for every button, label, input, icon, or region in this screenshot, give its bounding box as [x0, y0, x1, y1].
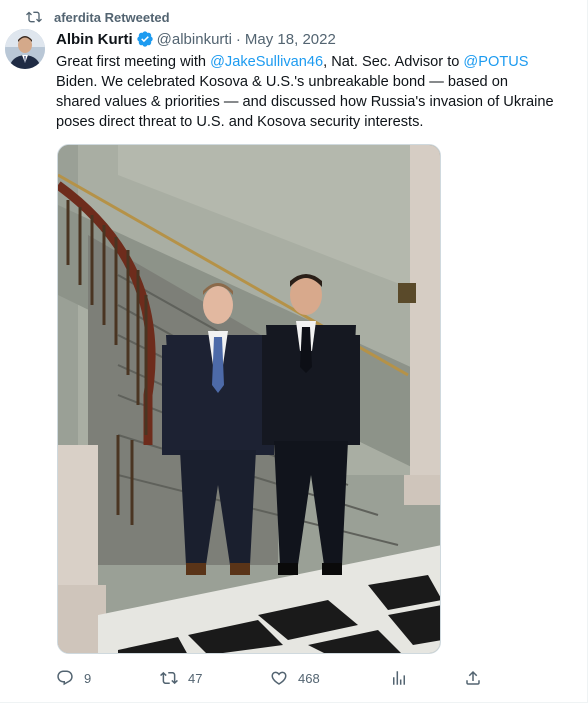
tweet-card[interactable]: aferdita Retweeted Albin Kurti @albinkur…	[0, 0, 588, 703]
heart-icon	[271, 671, 287, 685]
like-button[interactable]: 468	[270, 667, 320, 689]
reply-count: 9	[84, 670, 92, 686]
retweet-icon	[26, 11, 42, 23]
tweet-text-part: Biden. We celebrated Kosova & U.S.'s unb…	[56, 74, 554, 130]
verified-badge-icon[interactable]	[136, 30, 154, 48]
views-button[interactable]	[390, 667, 408, 689]
action-bar: 9 47 468	[56, 667, 496, 689]
author-handle[interactable]: @albinkurti	[157, 31, 232, 48]
retweet-context[interactable]: aferdita Retweeted	[26, 9, 170, 25]
mention-link-jakesullivan[interactable]: @JakeSullivan46	[210, 54, 323, 70]
reply-icon	[57, 670, 73, 686]
reply-button[interactable]: 9	[56, 667, 91, 689]
separator-dot: ·	[235, 30, 241, 48]
analytics-icon	[393, 671, 405, 685]
retweet-icon	[160, 671, 178, 685]
mention-link-potus[interactable]: @POTUS	[463, 54, 528, 70]
tweet-text: Great first meeting with @JakeSullivan46…	[56, 52, 556, 132]
retweet-button[interactable]: 47	[160, 667, 202, 689]
tweet-text-part: Great first meeting with	[56, 54, 211, 70]
author-name[interactable]: Albin Kurti	[56, 31, 133, 48]
retweet-label: aferdita Retweeted	[54, 9, 170, 25]
avatar[interactable]	[5, 29, 45, 69]
tweet-text-part: , Nat. Sec. Advisor to	[323, 54, 464, 70]
tweet-header: Albin Kurti @albinkurti · May 18, 2022	[56, 29, 336, 49]
share-button[interactable]	[464, 667, 482, 689]
share-icon	[466, 670, 480, 685]
tweet-photo[interactable]	[57, 144, 441, 654]
tweet-date[interactable]: May 18, 2022	[245, 31, 336, 48]
retweet-count: 47	[188, 670, 203, 686]
like-count: 468	[298, 670, 320, 686]
